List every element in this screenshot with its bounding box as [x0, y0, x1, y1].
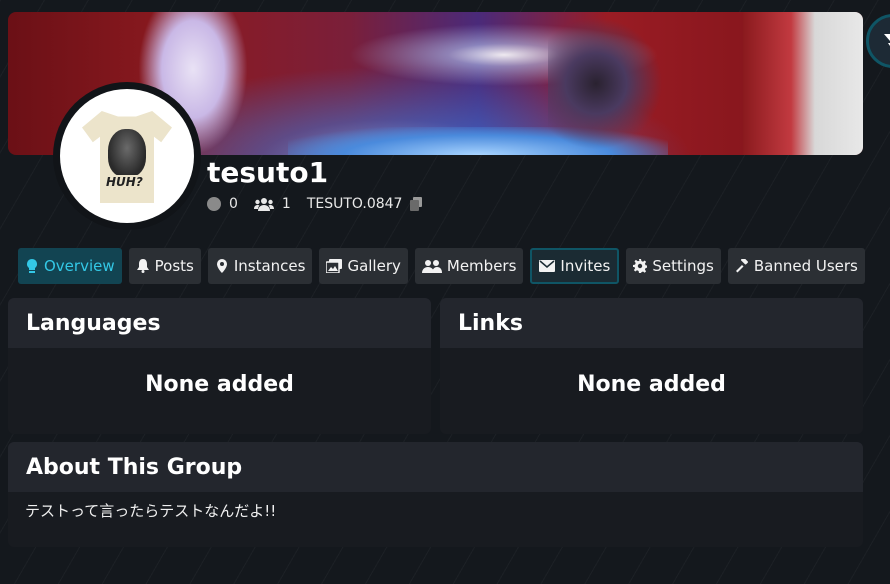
tab-gallery[interactable]: Gallery [319, 248, 408, 284]
tab-posts[interactable]: Posts [128, 248, 201, 284]
tab-instances[interactable]: Instances [207, 248, 313, 284]
languages-title: Languages [8, 298, 431, 348]
about-panel: About This Group テストって言ったらテストなんだよ!! [8, 442, 863, 547]
links-empty: None added [577, 372, 726, 397]
lightbulb-icon [27, 259, 37, 273]
links-title: Links [440, 298, 863, 348]
bell-icon [136, 259, 149, 273]
gavel-icon [735, 259, 748, 273]
about-title: About This Group [8, 442, 863, 492]
users-icon [421, 260, 442, 273]
tab-settings[interactable]: Settings [626, 248, 721, 284]
logo-icon [884, 34, 890, 46]
tab-invites[interactable]: Invites [530, 248, 620, 284]
links-panel: Links None added [440, 298, 863, 434]
tab-overview[interactable]: Overview [18, 248, 122, 284]
member-count: 1 [253, 196, 291, 212]
tab-banned-users[interactable]: Banned Users [727, 248, 865, 284]
tab-members[interactable]: Members [414, 248, 524, 284]
group-short-code[interactable]: TESUTO.0847 [307, 196, 423, 212]
group-tabs: Overview Posts Instances Gallery Members… [18, 248, 865, 284]
group-avatar: HUH? [53, 82, 201, 230]
copy-icon[interactable] [410, 197, 423, 211]
map-marker-icon [216, 259, 227, 273]
users-icon [253, 198, 274, 211]
envelope-icon [539, 260, 556, 272]
group-meta: 0 1 TESUTO.0847 [207, 196, 430, 212]
online-count: 0 [207, 196, 238, 212]
languages-panel: Languages None added [8, 298, 431, 434]
group-name: tesuto1 [207, 156, 329, 189]
avatar-text: HUH? [104, 175, 145, 189]
images-icon [326, 259, 343, 273]
gear-icon [633, 259, 648, 273]
languages-empty: None added [145, 372, 294, 397]
status-dot-icon [207, 197, 221, 211]
about-text: テストって言ったらテストなんだよ!! [25, 502, 277, 520]
